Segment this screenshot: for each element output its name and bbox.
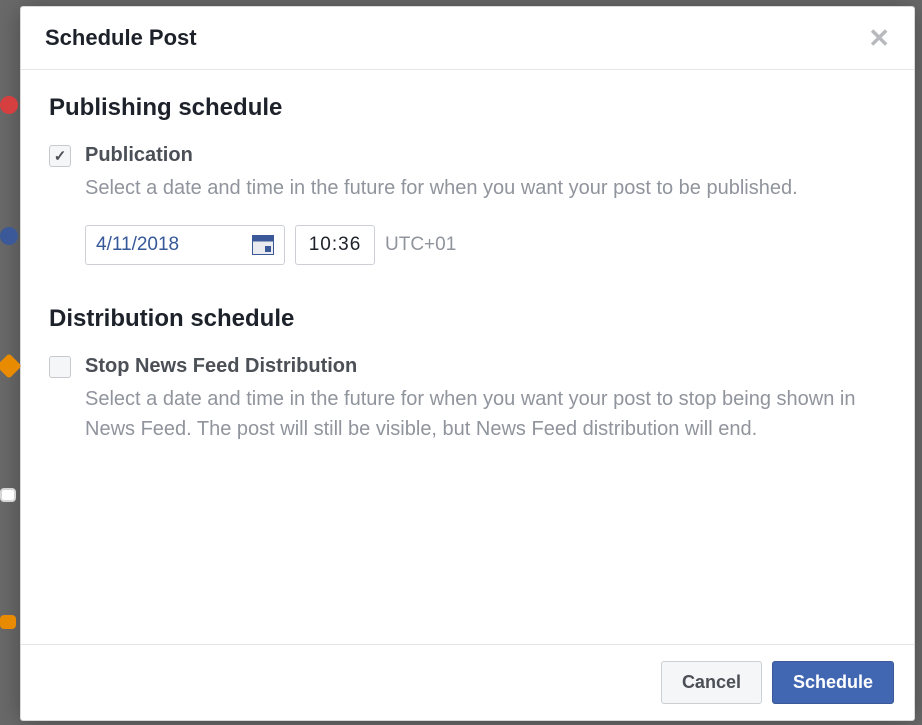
distribution-checkbox[interactable] [49,356,71,378]
date-input[interactable]: 4/11/2018 [85,225,285,265]
publication-datetime-row: 4/11/2018 10:36 UTC+01 [85,225,886,265]
publication-option: Publication [49,144,886,167]
calendar-icon [252,235,274,255]
distribution-option: Stop News Feed Distribution [49,355,886,378]
date-value: 4/11/2018 [96,234,179,256]
dialog-footer: Cancel Schedule [21,644,914,720]
dialog-body: Publishing schedule Publication Select a… [21,70,914,644]
distribution-description: Select a date and time in the future for… [85,384,886,444]
background-strip [0,0,20,725]
timezone-label: UTC+01 [385,234,456,256]
distribution-heading: Distribution schedule [49,305,886,333]
close-icon[interactable]: ✕ [868,25,890,51]
publication-checkbox[interactable] [49,145,71,167]
publishing-heading: Publishing schedule [49,94,886,122]
distribution-label: Stop News Feed Distribution [85,355,357,378]
cancel-button[interactable]: Cancel [661,661,762,704]
dialog-title: Schedule Post [45,25,197,51]
publication-description: Select a date and time in the future for… [85,173,886,203]
time-value: 10:36 [309,234,362,256]
time-input[interactable]: 10:36 [295,225,375,265]
publication-label: Publication [85,144,193,167]
schedule-post-dialog: Schedule Post ✕ Publishing schedule Publ… [20,6,915,721]
dialog-header: Schedule Post ✕ [21,7,914,70]
schedule-button[interactable]: Schedule [772,661,894,704]
